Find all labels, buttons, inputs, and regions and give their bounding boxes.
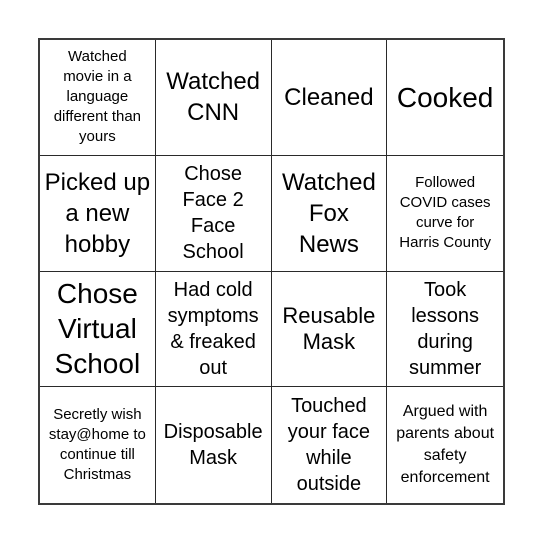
bingo-cell-text: Followed COVID cases curve for Harris Co… bbox=[399, 174, 491, 252]
bingo-board: Watched movie in a language different th… bbox=[38, 38, 505, 505]
bingo-cell-r2c4[interactable]: Followed COVID cases curve for Harris Co… bbox=[387, 156, 503, 272]
bingo-cell-text: Chose Virtual School bbox=[54, 278, 141, 380]
bingo-cell-r1c1[interactable]: Watched movie in a language different th… bbox=[40, 40, 156, 156]
bingo-cell-text: Chose Face 2 Face School bbox=[182, 163, 244, 264]
bingo-cell-r1c3[interactable]: Cleaned bbox=[271, 40, 388, 156]
bingo-cell-text: Secretly wish stay@home to continue till… bbox=[48, 406, 146, 484]
bingo-cell-r2c3[interactable]: Watched Fox News bbox=[271, 155, 388, 272]
bingo-cell-text: Cleaned bbox=[284, 83, 374, 111]
bingo-cell-r4c1[interactable]: Secretly wish stay@home to continue till… bbox=[40, 387, 156, 503]
bingo-cell-r3c4[interactable]: Took lessons during summer bbox=[387, 272, 503, 388]
bingo-cell-r4c4[interactable]: Argued with parents about safety enforce… bbox=[387, 387, 503, 503]
bingo-cell-text: Reusable Mask bbox=[282, 302, 376, 354]
bingo-cell-text: Argued with parents about safety enforce… bbox=[396, 403, 495, 487]
bingo-cell-r3c2[interactable]: Had cold symptoms & freaked out bbox=[155, 271, 272, 388]
bingo-cell-text: Watched CNN bbox=[166, 68, 261, 127]
bingo-cell-r4c2[interactable]: Disposable Mask bbox=[156, 387, 272, 503]
bingo-cell-text: Had cold symptoms & freaked out bbox=[167, 278, 259, 379]
bingo-cell-r4c3[interactable]: Touched your face while outside bbox=[272, 387, 388, 503]
bingo-cell-r3c3[interactable]: Reusable Mask bbox=[271, 271, 388, 388]
bingo-cell-text: Disposable Mask bbox=[163, 421, 263, 470]
bingo-cell-text: Cooked bbox=[396, 81, 494, 113]
bingo-cell-text: Picked up a new hobby bbox=[44, 168, 151, 258]
bingo-cell-text: Watched movie in a language different th… bbox=[53, 48, 142, 146]
bingo-cell-r3c1[interactable]: Chose Virtual School bbox=[40, 271, 156, 388]
bingo-cell-text: Watched Fox News bbox=[281, 168, 376, 258]
bingo-cell-text: Touched your face while outside bbox=[287, 395, 370, 496]
bingo-cell-text: Took lessons during summer bbox=[409, 278, 482, 379]
bingo-cell-r1c4[interactable]: Cooked bbox=[387, 40, 503, 156]
bingo-cell-r2c2[interactable]: Chose Face 2 Face School bbox=[155, 155, 272, 272]
bingo-cell-r1c2[interactable]: Watched CNN bbox=[155, 40, 272, 156]
bingo-cell-r2c1[interactable]: Picked up a new hobby bbox=[40, 155, 156, 272]
